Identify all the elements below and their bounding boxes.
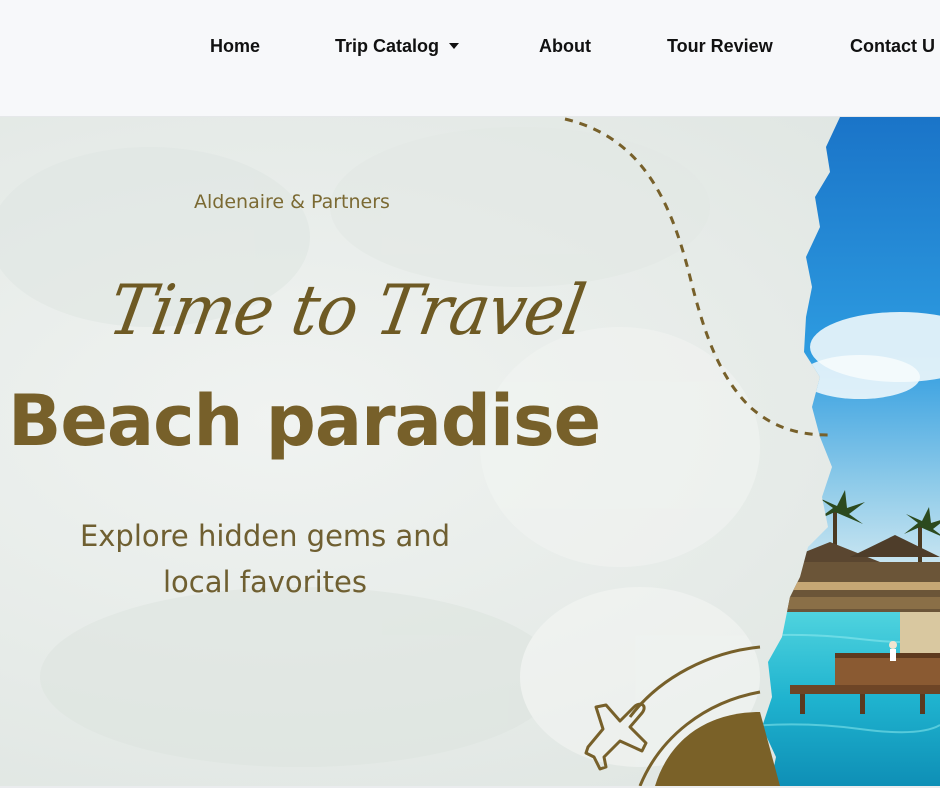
hero-subtitle-line1: Explore hidden gems and	[79, 519, 451, 553]
beach-resort-photo	[762, 117, 940, 786]
hero-headline: Beach paradise	[8, 380, 601, 462]
top-navbar: Home Trip Catalog About Tour Review Cont…	[0, 0, 940, 117]
hero-banner: Aldenaire & Partners Time to Travel Beac…	[0, 117, 940, 786]
nav-about-link[interactable]: About	[539, 36, 591, 57]
nav-tour-review-link[interactable]: Tour Review	[667, 36, 773, 57]
brand-name: Aldenaire & Partners	[194, 191, 390, 213]
nav-trip-catalog-label: Trip Catalog	[335, 36, 440, 56]
hero-subtitle: Explore hidden gems and local favorites	[60, 513, 470, 605]
nav-trip-catalog-dropdown[interactable]: Trip Catalog	[335, 36, 460, 57]
caret-down-icon	[449, 43, 460, 49]
hero-subtitle-line2: local favorites	[163, 565, 367, 599]
nav-home-link[interactable]: Home	[210, 36, 260, 57]
script-tagline: Time to Travel	[102, 270, 591, 351]
nav-contact-link[interactable]: Contact U	[850, 36, 935, 57]
